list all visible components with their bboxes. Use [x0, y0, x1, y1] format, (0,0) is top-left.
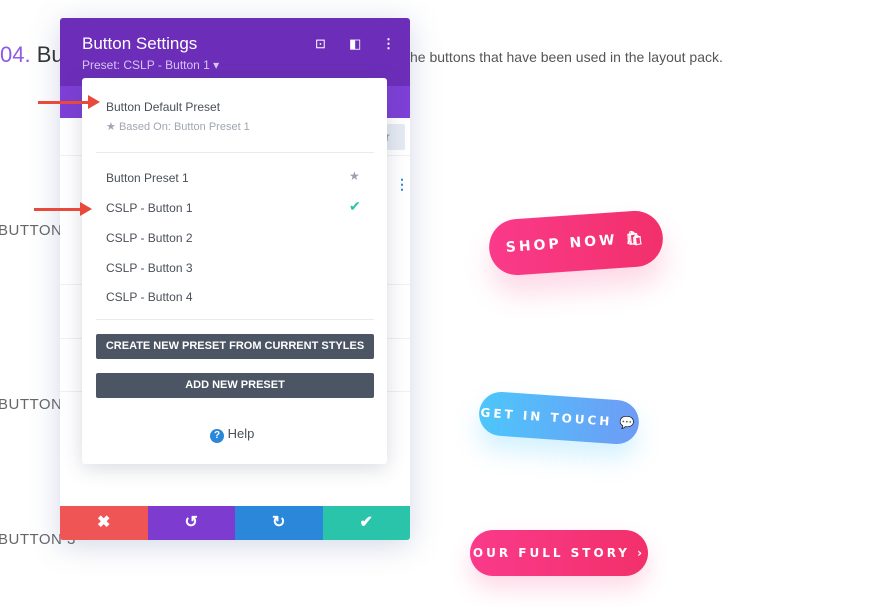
check-icon: ✔ [359, 514, 373, 531]
panel-footer: ✖ ↺ ↻ ✔ [60, 506, 410, 540]
options-icon[interactable]: ⋮ [395, 176, 409, 193]
undo-icon: ↺ [184, 514, 198, 531]
section-description: he buttons that have been used in the la… [410, 49, 723, 65]
preset-item[interactable]: CSLP - Button 3 [106, 261, 193, 275]
preset-dropdown: Button Default Preset ★ Based On: Button… [82, 78, 387, 464]
cancel-button[interactable]: ✖ [60, 506, 148, 540]
save-button[interactable]: ✔ [322, 506, 410, 540]
shop-now-button[interactable]: SHOP NOW 🛍 [487, 208, 665, 278]
close-icon: ✖ [97, 514, 111, 531]
preset-item[interactable]: CSLP - Button 4 [106, 290, 193, 304]
redo-icon: ↻ [272, 514, 286, 531]
our-full-story-button[interactable]: OUR FULL STORY › [470, 530, 648, 576]
panel-header: Button Settings Preset: CSLP - Button 1 … [60, 18, 410, 86]
star-icon: ★ [106, 121, 116, 133]
undo-button[interactable]: ↺ [147, 506, 235, 540]
preset-item[interactable]: CSLP - Button 1 [106, 201, 193, 215]
button-label-2: BUTTON [0, 396, 63, 413]
split-view-icon[interactable]: ◧ [349, 36, 361, 52]
button-label-1: BUTTON [0, 222, 63, 239]
arrow-annotation [38, 95, 100, 109]
help-link[interactable]: ? Help [210, 426, 254, 443]
create-preset-button[interactable]: CREATE NEW PRESET FROM CURRENT STYLES [96, 334, 374, 359]
arrow-annotation [34, 202, 92, 216]
default-preset-item[interactable]: Button Default Preset [106, 100, 220, 114]
panel-title: Button Settings [82, 34, 198, 53]
more-icon[interactable]: ⋮ [382, 36, 395, 52]
add-preset-button[interactable]: ADD NEW PRESET [96, 373, 374, 398]
chat-icon: 💬 [619, 415, 638, 431]
help-icon: ? [210, 429, 224, 443]
shopping-bag-icon: 🛍 [624, 230, 647, 248]
check-icon: ✔ [349, 198, 361, 214]
star-icon[interactable]: ★ [349, 169, 360, 183]
based-on-text: ★ Based On: Button Preset 1 [106, 121, 250, 133]
preset-item[interactable]: Button Preset 1 [106, 171, 189, 185]
section-heading: 04. Bu [0, 42, 64, 67]
focus-icon[interactable]: ⊡ [315, 36, 326, 52]
preset-selector[interactable]: Preset: CSLP - Button 1 ▾ [82, 58, 219, 72]
get-in-touch-button[interactable]: GET IN TOUCH 💬 [477, 390, 641, 446]
redo-button[interactable]: ↻ [235, 506, 323, 540]
preset-item[interactable]: CSLP - Button 2 [106, 231, 193, 245]
